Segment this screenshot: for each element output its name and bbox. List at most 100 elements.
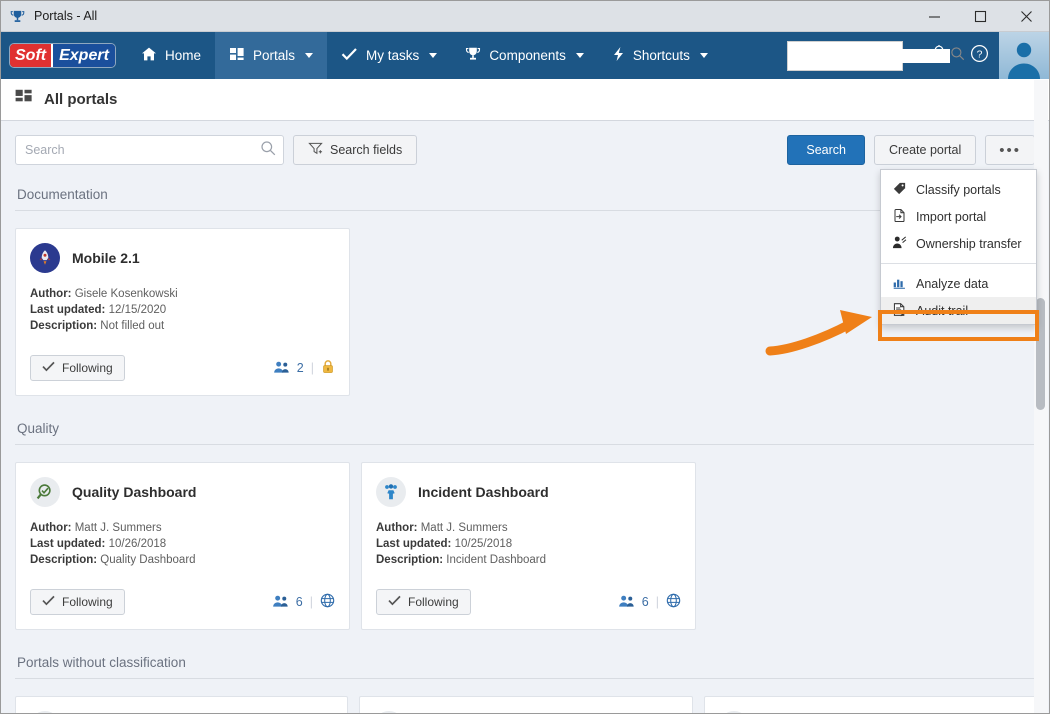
description-label: Description: (30, 320, 98, 332)
question-circle-icon: ? (970, 44, 989, 68)
globe-icon (320, 593, 335, 611)
author-value: Matt J. Summers (74, 522, 162, 534)
author-label: Author: (30, 522, 72, 534)
portal-card[interactable]: Sem título (15, 696, 349, 713)
nav-label-my-tasks: My tasks (366, 48, 420, 63)
import-icon (892, 208, 907, 226)
notifications-button[interactable] (919, 32, 959, 79)
portal-card[interactable]: Mobile 2.1 Author: Gisele Kosenkowski La… (15, 228, 350, 396)
search-input-container[interactable] (15, 135, 284, 165)
updated-label: Last updated: (376, 538, 452, 550)
help-button[interactable]: ? (959, 32, 999, 79)
footer-divider: | (309, 595, 313, 609)
menu-item-audit-trail[interactable]: Audit trail (881, 297, 1036, 324)
portal-card[interactable]: Incident Dashboard Author: Matt J. Summe… (361, 462, 696, 630)
global-search-box[interactable] (787, 40, 965, 71)
menu-label: Import portal (916, 209, 987, 224)
logo-text-soft: Soft (10, 44, 54, 67)
user-avatar[interactable] (999, 32, 1049, 79)
softexpert-logo[interactable]: Soft Expert (1, 32, 127, 79)
author-label: Author: (376, 522, 418, 534)
check-icon (42, 595, 55, 609)
nav-item-components[interactable]: Components (451, 32, 598, 79)
window-title: Portals - All (34, 9, 98, 23)
menu-item-analyze-data[interactable]: Analyze data (881, 270, 1036, 297)
portal-card[interactable]: Sem título (359, 696, 693, 713)
search-icon[interactable] (260, 140, 276, 161)
menu-item-import-portal[interactable]: Import portal (881, 203, 1036, 230)
nav-item-home[interactable]: Home (127, 32, 215, 79)
group-divider (15, 444, 1037, 445)
bolt-icon (612, 46, 625, 65)
card-metadata: Author: Matt J. Summers Last updated: 10… (376, 520, 681, 568)
updated-label: Last updated: (30, 538, 106, 550)
people-icon (618, 594, 635, 611)
maximize-button[interactable] (957, 1, 1003, 31)
minimize-button[interactable] (911, 1, 957, 31)
following-label: Following (62, 595, 113, 609)
card-footer-meta: 6 | (618, 593, 681, 611)
description-label: Description: (376, 554, 444, 566)
nav-item-portals[interactable]: Portals (215, 32, 328, 79)
nav-label-shortcuts: Shortcuts (632, 48, 690, 63)
ownership-transfer-icon (892, 235, 907, 253)
updated-value: 10/26/2018 (108, 538, 167, 550)
chevron-down-icon (575, 53, 584, 58)
card-row-without-classification: Sem título Sem título Sem título (15, 696, 1037, 713)
card-footer-meta: 6 | (272, 593, 335, 611)
more-actions-dropdown: Classify portals Import portal Ownership… (880, 169, 1037, 325)
grid-icon (15, 88, 34, 112)
card-header: Quality Dashboard (30, 477, 335, 507)
card-footer: Following 2 | (30, 355, 335, 381)
tag-icon (892, 181, 907, 199)
menu-label: Audit trail (916, 303, 969, 318)
page-header: All portals (1, 79, 1049, 121)
audit-trail-icon (892, 302, 907, 320)
close-button[interactable] (1003, 1, 1049, 31)
menu-label: Ownership transfer (916, 236, 1022, 251)
menu-label: Classify portals (916, 182, 1001, 197)
following-button[interactable]: Following (30, 589, 125, 615)
search-button[interactable]: Search (787, 135, 865, 165)
card-title: Incident Dashboard (418, 484, 549, 500)
check-icon (42, 361, 55, 375)
check-icon (341, 46, 358, 65)
nav-item-shortcuts[interactable]: Shortcuts (598, 32, 722, 79)
search-input[interactable] (16, 143, 260, 157)
description-value: Incident Dashboard (446, 554, 547, 566)
nav-label-home: Home (165, 48, 202, 63)
author-value: Matt J. Summers (420, 522, 508, 534)
footer-divider: | (310, 361, 314, 375)
chevron-down-icon (305, 53, 314, 58)
create-portal-button[interactable]: Create portal (873, 135, 977, 165)
application-window: Portals - All Soft Expert Home Portals M… (0, 0, 1050, 714)
menu-item-ownership-transfer[interactable]: Ownership transfer (881, 230, 1036, 257)
chevron-down-icon (429, 53, 438, 58)
following-button[interactable]: Following (30, 355, 125, 381)
nav-right-group: ? (787, 32, 1049, 79)
member-count: 6 (295, 595, 303, 609)
portal-card[interactable]: Sem título (703, 696, 1037, 713)
portal-card[interactable]: Quality Dashboard Author: Matt J. Summer… (15, 462, 350, 630)
vertical-scrollbar-thumb[interactable] (1036, 298, 1045, 410)
member-count: 2 (296, 361, 304, 375)
chevron-down-icon (699, 53, 708, 58)
card-footer: Following 6 | (30, 589, 335, 615)
main-navigation-bar: Soft Expert Home Portals My tasks Compon… (1, 32, 1049, 79)
people-icon (272, 594, 289, 611)
footer-divider: | (655, 595, 659, 609)
following-button[interactable]: Following (376, 589, 471, 615)
card-footer-meta: 2 | (273, 359, 335, 377)
svg-text:?: ? (976, 49, 982, 60)
magnifier-check-icon (30, 477, 60, 507)
card-title: Quality Dashboard (72, 484, 197, 500)
globe-icon (666, 593, 681, 611)
more-actions-button[interactable]: ••• (985, 135, 1035, 165)
card-header: Incident Dashboard (376, 477, 681, 507)
nav-item-my-tasks[interactable]: My tasks (327, 32, 451, 79)
updated-label: Last updated: (30, 304, 106, 316)
people-icon (273, 360, 290, 377)
menu-item-classify-portals[interactable]: Classify portals (881, 176, 1036, 203)
search-fields-button[interactable]: Search fields (293, 135, 418, 165)
trophy-icon (465, 46, 481, 65)
